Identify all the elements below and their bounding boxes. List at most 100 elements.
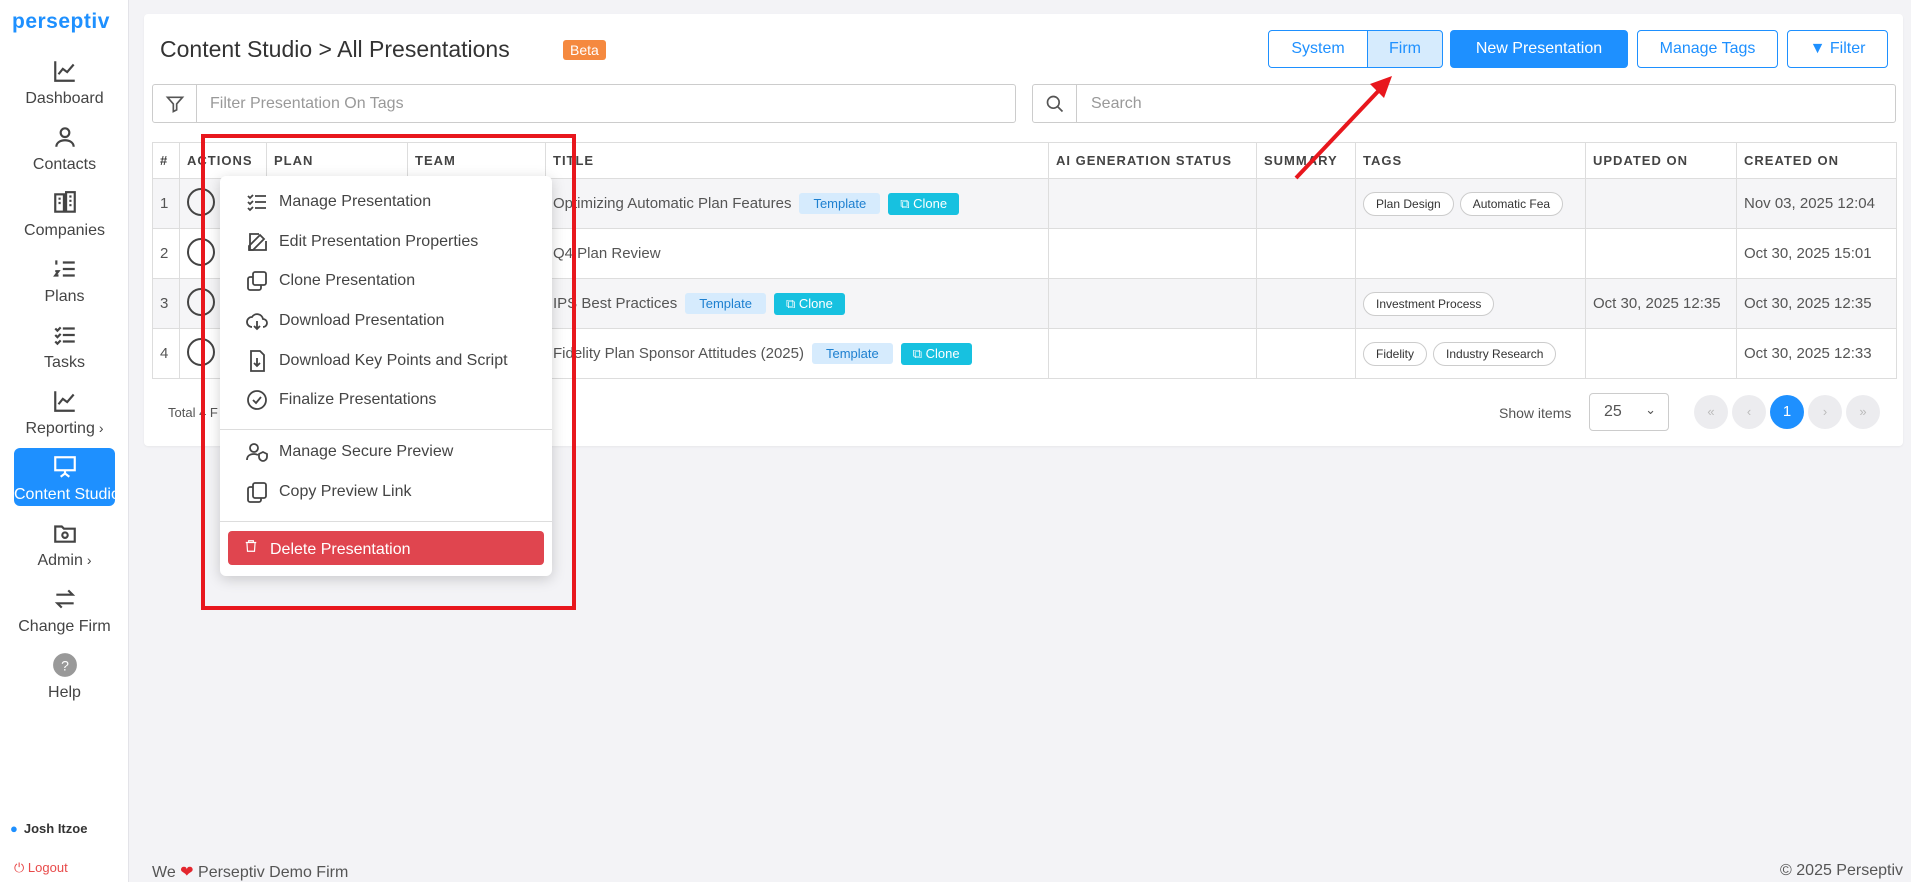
updated-cell: Oct 30, 2025 12:35 (1585, 278, 1737, 329)
sidebar-item-label: Contacts (32, 156, 97, 173)
title-text[interactable]: Optimizing Automatic Plan Features (553, 195, 791, 212)
tag-filter-input[interactable]: Filter Presentation On Tags (152, 84, 1016, 123)
sidebar-item-label: Reporting (25, 420, 95, 437)
ai-status-cell (1048, 178, 1257, 229)
sidebar-item-dashboard[interactable]: Dashboard (0, 58, 129, 108)
tag-chip: Industry Research (1433, 341, 1557, 366)
clone-button[interactable]: ⧉ Clone (900, 342, 972, 365)
sidebar-item-reporting[interactable]: Reporting › (0, 388, 129, 438)
sidebar-item-admin[interactable]: Admin › (0, 520, 129, 570)
sidebar-item-companies[interactable]: Companies (0, 190, 129, 240)
clone-button[interactable]: ⧉ Clone (888, 192, 960, 215)
created-cell: Oct 30, 2025 12:35 (1736, 278, 1897, 329)
swap-icon (0, 586, 129, 614)
first-page-button[interactable]: « (1694, 395, 1728, 429)
show-items-label: Show items (1499, 405, 1572, 421)
sidebar-item-label: Content Studio (14, 486, 115, 503)
tags-cell (1355, 228, 1586, 279)
title-text[interactable]: Fidelity Plan Sponsor Attitudes (2025) (553, 345, 804, 362)
page-size-select[interactable]: 25 ⌄ (1589, 393, 1669, 431)
list-ordered-icon (0, 256, 129, 284)
last-page-button[interactable]: » (1846, 395, 1880, 429)
filter-button[interactable]: ▼ Filter (1787, 30, 1888, 68)
ai-status-cell (1048, 328, 1257, 379)
manage-tags-button[interactable]: Manage Tags (1637, 30, 1778, 68)
tag-chip: Automatic Fea (1459, 191, 1564, 216)
chart-line-icon (0, 58, 129, 86)
tag-chip: Plan Design (1363, 191, 1454, 216)
updated-cell (1585, 228, 1737, 279)
user-icon (0, 124, 129, 152)
sidebar-item-label: Help (48, 684, 81, 701)
column-header[interactable]: CREATED ON (1736, 142, 1897, 179)
title-cell[interactable]: Q4 Plan Review (545, 228, 1049, 279)
template-badge: Template (685, 292, 766, 314)
updated-cell (1585, 178, 1737, 229)
created-cell: Oct 30, 2025 15:01 (1736, 228, 1897, 279)
chevron-down-icon: ⌄ (1645, 402, 1656, 417)
title-cell[interactable]: IPS Best Practices Template ⧉ Clone (545, 278, 1049, 329)
column-header[interactable]: # (152, 142, 180, 179)
sidebar-item-help[interactable]: ? Help (0, 652, 129, 702)
clone-label: Clone (798, 295, 833, 311)
search-input[interactable]: Search (1032, 84, 1896, 123)
column-header[interactable]: TITLE (545, 142, 1049, 179)
search-icon (1033, 85, 1077, 122)
annotation-highlight-box (201, 134, 576, 610)
column-header[interactable]: UPDATED ON (1585, 142, 1737, 179)
logout-label: Logout (27, 860, 68, 875)
sidebar-item-tasks[interactable]: Tasks (0, 322, 129, 372)
firm-toggle-button[interactable]: Firm (1367, 30, 1443, 68)
next-page-button[interactable]: › (1808, 395, 1842, 429)
clone-label: Clone (925, 345, 960, 361)
user-icon: ● (10, 821, 18, 836)
new-presentation-button[interactable]: New Presentation (1450, 30, 1628, 68)
prev-page-button[interactable]: ‹ (1732, 395, 1766, 429)
chevron-right-icon: › (86, 552, 92, 568)
sidebar-item-content-studio[interactable]: Content Studio (14, 448, 115, 506)
tag-chip: Investment Process (1363, 291, 1495, 316)
folder-gear-icon (0, 520, 129, 548)
sidebar-item-change-firm[interactable]: Change Firm (0, 586, 129, 636)
sidebar-item-label: Tasks (44, 354, 85, 371)
tag-chip: Fidelity (1363, 341, 1428, 366)
title-cell[interactable]: Fidelity Plan Sponsor Attitudes (2025) Te… (545, 328, 1049, 379)
app-logo[interactable]: perseptiv (12, 10, 110, 34)
sidebar: perseptiv Dashboard Contacts Companies P… (0, 0, 129, 882)
annotation-arrow-icon (1294, 76, 1392, 180)
current-user[interactable]: ● Josh Itzoe (10, 821, 87, 836)
footer-left: We ❤ Perseptiv Demo Firm (152, 862, 348, 882)
row-number: 4 (152, 328, 180, 379)
sidebar-item-label: Plans (44, 288, 85, 305)
tag-filter-placeholder: Filter Presentation On Tags (210, 95, 404, 112)
copy-icon: ⧉ (912, 345, 923, 361)
created-cell: Oct 30, 2025 12:33 (1736, 328, 1897, 379)
clone-button[interactable]: ⧉ Clone (773, 292, 845, 315)
copy-icon: ⧉ (900, 195, 910, 211)
sidebar-item-label: Companies (24, 222, 105, 239)
search-placeholder: Search (1091, 95, 1142, 112)
system-toggle-button[interactable]: System (1268, 30, 1368, 68)
summary-cell (1256, 278, 1356, 329)
row-number: 1 (152, 178, 180, 229)
page-title: Content Studio > All Presentations (160, 36, 510, 62)
sidebar-item-label: Dashboard (25, 90, 104, 107)
title-cell[interactable]: Optimizing Automatic Plan Features Templa… (545, 178, 1049, 229)
chevron-right-icon: › (98, 420, 104, 436)
row-number: 3 (152, 278, 180, 329)
sidebar-item-label: Admin (37, 552, 83, 569)
updated-cell (1585, 328, 1737, 379)
footer-copyright: © 2025 Perseptiv (1780, 862, 1903, 879)
sidebar-item-plans[interactable]: Plans (0, 256, 129, 306)
sidebar-item-contacts[interactable]: Contacts (0, 124, 129, 174)
template-badge: Template (799, 192, 881, 214)
logout-link[interactable]: ⏻ Logout (14, 860, 68, 876)
power-icon: ⏻ (14, 860, 25, 875)
beta-badge: Beta (563, 40, 606, 60)
sidebar-item-label: Change Firm (18, 618, 111, 635)
help-icon: ? (0, 652, 129, 680)
tags-cell: Investment Process (1355, 278, 1586, 329)
column-header[interactable]: AI GENERATION STATUS (1048, 142, 1257, 179)
chart-line-icon (0, 388, 129, 416)
page-1-button[interactable]: 1 (1770, 395, 1804, 429)
